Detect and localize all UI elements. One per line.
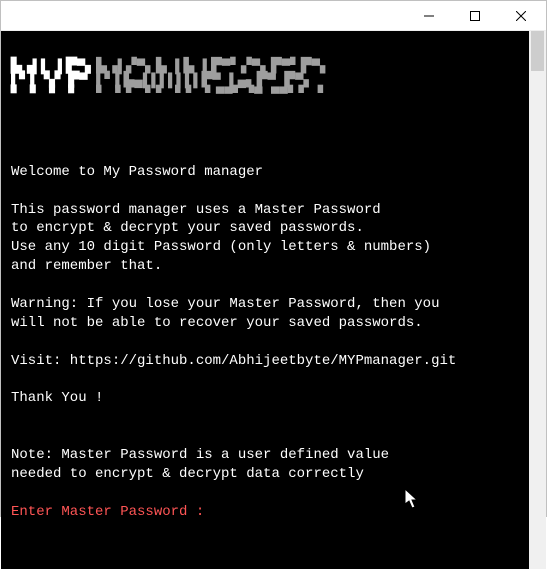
intro-line-3: Use any 10 digit Password (only letters … [11,239,431,255]
master-password-prompt: Enter Master Password : [11,504,204,520]
maximize-button[interactable] [452,1,498,31]
close-icon [516,11,526,21]
minimize-button[interactable] [406,1,452,31]
terminal-body: Welcome to My Password manager This pass… [11,163,519,522]
maximize-icon [470,11,480,21]
ascii-logo: ▙▗▌▌ ▌▛▀▖▙▗▌▞▀▖▙ ▌▙ ▌▛▀▘▞▀▖▛▀▘▛▀▖ ▌▘▌▝▞ … [11,60,519,102]
vertical-scrollbar[interactable] [529,31,546,569]
warning-line-1: Warning: If you lose your Master Passwor… [11,296,439,312]
intro-line-2: to encrypt & decrypt your saved password… [11,220,364,236]
thank-line: Thank You ! [11,390,103,406]
intro-line-4: and remember that. [11,258,162,274]
ascii-light-row3: ▘ ▘▘ ▘▘ ▘▘ ▘▀▀▘▝▀ ▀▀▘▘ ▘ [96,87,328,103]
note-line-2: needed to encrypt & decrypt data correct… [11,466,364,482]
scrollbar-thumb[interactable] [531,31,544,71]
close-button[interactable] [498,1,544,31]
minimize-icon [424,11,434,21]
titlebar [1,1,546,31]
intro-line-1: This password manager uses a Master Pass… [11,202,381,218]
warning-line-2: will not be able to recover your saved p… [11,315,423,331]
terminal-client: ▙▗▌▌ ▌▛▀▖▙▗▌▞▀▖▙ ▌▙ ▌▛▀▘▞▀▖▛▀▘▛▀▖ ▌▘▌▝▞ … [1,31,546,569]
app-window: ▙▗▌▌ ▌▛▀▖▙▗▌▞▀▖▙ ▌▙ ▌▛▀▘▞▀▖▛▀▘▛▀▖ ▌▘▌▝▞ … [0,0,547,517]
visit-line: Visit: https://github.com/Abhijeetbyte/M… [11,353,456,369]
terminal[interactable]: ▙▗▌▌ ▌▛▀▖▙▗▌▞▀▖▙ ▌▙ ▌▛▀▘▞▀▖▛▀▘▛▀▖ ▌▘▌▝▞ … [1,31,529,569]
welcome-line: Welcome to My Password manager [11,164,263,180]
ascii-bold-row3: ▘ ▘ ▘ ▘ [11,87,96,103]
note-line-1: Note: Master Password is a user defined … [11,447,389,463]
